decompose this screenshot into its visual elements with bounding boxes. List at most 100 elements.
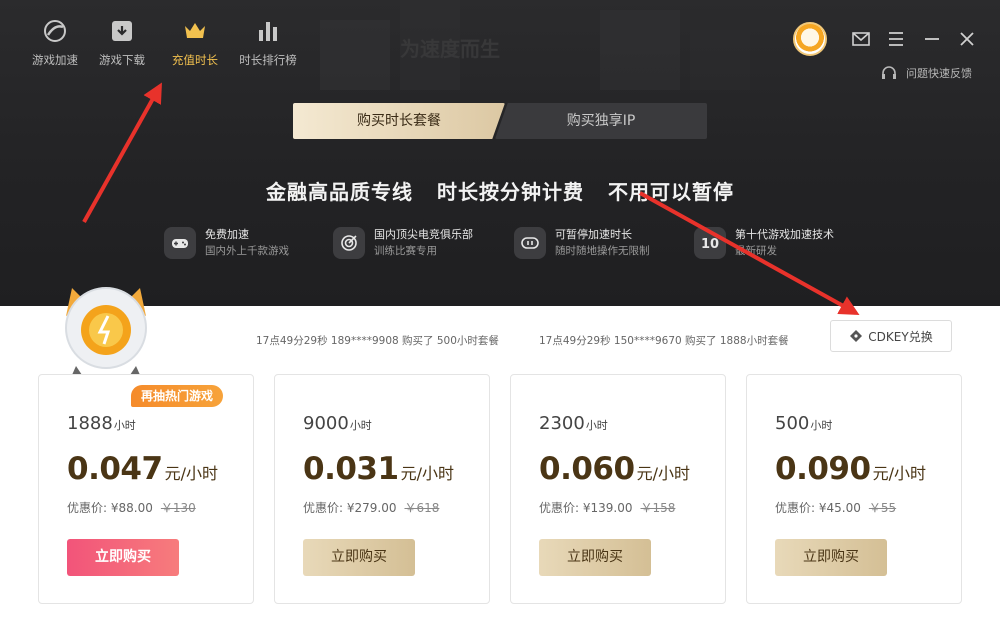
hours-unit: 小时: [349, 419, 372, 432]
bar-chart-icon: [259, 22, 277, 41]
cdkey-redeem-button[interactable]: CDKEY兑换: [830, 320, 952, 352]
slogan-part: 金融高品质专线: [266, 180, 414, 204]
headset-icon: [882, 66, 896, 79]
deal-label: 优惠价:: [775, 501, 819, 515]
package-unit-price: 0.060 元/小时: [539, 451, 690, 487]
background-slogan: 为速度而生: [400, 37, 500, 61]
mail-icon[interactable]: [851, 29, 871, 49]
purchase-ticker: 17点49分29秒 150****9670 购买了 1888小时套餐: [539, 335, 789, 347]
deal-price: ¥139.00: [582, 501, 633, 515]
rocket-icon: [44, 20, 66, 42]
buy-now-button[interactable]: 立即购买: [303, 539, 415, 576]
deal-price-row: 优惠价: ¥279.00 ￥618: [303, 499, 439, 516]
hours-unit: 小时: [585, 419, 608, 432]
hours-value: 1888: [67, 413, 113, 434]
tag-icon: [850, 330, 863, 342]
feature-subtitle: 随时随地操作无限制: [555, 245, 650, 257]
crown-icon: [185, 23, 205, 38]
feature-title: 第十代游戏加速技术: [735, 228, 834, 241]
feature-subtitle: 国内外上千款游戏: [205, 245, 289, 257]
nav-label: 游戏加速: [32, 53, 78, 67]
menu-icon[interactable]: [886, 29, 906, 49]
original-price: ￥55: [868, 501, 897, 515]
package-card-500[interactable]: 500小时 0.090 元/小时 优惠价: ¥45.00 ￥55 立即购买: [746, 374, 962, 604]
nav-time-leaderboard[interactable]: 时长排行榜: [232, 18, 304, 68]
deal-price-row: 优惠价: ¥45.00 ￥55: [775, 499, 896, 516]
package-card-1888[interactable]: 再抽热门游戏 1888小时 0.047 元/小时 优惠价: ¥88.00 ￥130 …: [38, 374, 254, 604]
price-unit: 元/小时: [872, 464, 926, 483]
buy-now-button[interactable]: 立即购买: [775, 539, 887, 576]
feedback-link[interactable]: 问题快速反馈: [880, 64, 972, 82]
gamepad-icon: [172, 239, 188, 248]
purchase-ticker: 17点49分29秒 189****9908 购买了 500小时套餐: [256, 335, 499, 347]
promo-badge: 再抽热门游戏: [131, 385, 224, 407]
nav-label: 游戏下载: [99, 53, 145, 67]
deal-price: ¥88.00: [110, 501, 153, 515]
package-unit-price: 0.090 元/小时: [775, 451, 926, 487]
header-banner: 为速度而生 游戏加速 游戏下载 充值时长 时长排行榜 问题快速反馈 购买时长套餐…: [0, 0, 1000, 306]
nav-label: 充值时长: [172, 53, 218, 67]
hours-unit: 小时: [810, 419, 833, 432]
hours-value: 2300: [539, 413, 585, 434]
svg-text:10: 10: [701, 237, 719, 252]
deal-label: 优惠价:: [67, 501, 111, 515]
feature-title: 可暂停加速时长: [555, 228, 632, 241]
price-unit: 元/小时: [636, 464, 690, 483]
hours-value: 9000: [303, 413, 349, 434]
original-price: ￥158: [640, 501, 676, 515]
package-hours: 2300小时: [539, 413, 608, 434]
feature-esports-club: 国内顶尖电竞俱乐部 训练比赛专用: [333, 226, 473, 260]
package-hours: 1888小时: [67, 413, 136, 434]
feedback-label: 问题快速反馈: [906, 67, 972, 80]
price-unit: 元/小时: [164, 464, 218, 483]
deal-price: ¥279.00: [346, 501, 397, 515]
package-card-2300[interactable]: 2300小时 0.060 元/小时 优惠价: ¥139.00 ￥158 立即购买: [510, 374, 726, 604]
feature-subtitle: 最新研发: [735, 245, 777, 257]
price-value: 0.031: [303, 451, 399, 487]
feature-tech: 10 第十代游戏加速技术 最新研发: [694, 226, 834, 260]
nav-game-acceleration[interactable]: 游戏加速: [19, 18, 91, 68]
background-city-decoration: 为速度而生: [320, 0, 750, 90]
tech-10-icon: 10: [701, 237, 719, 252]
feature-free-acceleration: 免费加速国内外上千款游戏: [164, 226, 289, 260]
pause-icon: [521, 237, 539, 249]
buy-now-button[interactable]: 立即购买: [539, 539, 651, 576]
slogan-part: 时长按分钟计费: [437, 180, 584, 204]
package-hours: 500小时: [775, 413, 832, 434]
feature-title: 免费加速: [205, 228, 249, 241]
price-value: 0.060: [539, 451, 635, 487]
nav-game-download[interactable]: 游戏下载: [86, 18, 158, 68]
feature-pausable: 可暂停加速时长随时随地操作无限制: [514, 226, 650, 260]
cdkey-label: CDKEY兑换: [868, 329, 933, 344]
nav-label: 时长排行榜: [239, 53, 297, 67]
download-icon: [112, 21, 132, 41]
nav-recharge-time[interactable]: 充值时长: [159, 18, 231, 68]
price-unit: 元/小时: [400, 464, 454, 483]
original-price: ￥618: [404, 501, 440, 515]
slogan-part: 不用可以暂停: [607, 180, 734, 204]
hours-unit: 小时: [113, 419, 136, 432]
deal-label: 优惠价:: [539, 501, 583, 515]
deal-price-row: 优惠价: ¥88.00 ￥130: [67, 499, 196, 516]
hours-value: 500: [775, 413, 810, 434]
feature-title: 国内顶尖电竞俱乐部: [374, 228, 473, 241]
minimize-icon[interactable]: [922, 29, 942, 49]
package-unit-price: 0.047 元/小时: [67, 451, 218, 487]
tab-buy-exclusive-ip[interactable]: 购买独享IP: [495, 103, 707, 139]
package-hours: 9000小时: [303, 413, 372, 434]
tab-buy-time-package[interactable]: 购买时长套餐: [293, 103, 505, 139]
package-unit-price: 0.031 元/小时: [303, 451, 454, 487]
feature-subtitle: 训练比赛专用: [374, 245, 437, 257]
deal-label: 优惠价:: [303, 501, 347, 515]
deal-price-row: 优惠价: ¥139.00 ￥158: [539, 499, 675, 516]
buy-now-button[interactable]: 立即购买: [67, 539, 179, 576]
price-value: 0.090: [775, 451, 871, 487]
deal-price: ¥45.00: [818, 501, 861, 515]
close-icon[interactable]: [957, 29, 977, 49]
package-card-9000[interactable]: 9000小时 0.031 元/小时 优惠价: ¥279.00 ￥618 立即购买: [274, 374, 490, 604]
user-avatar[interactable]: [793, 22, 827, 56]
original-price: ￥130: [160, 501, 196, 515]
slogan: 金融高品质专线 时长按分钟计费 不用可以暂停: [0, 176, 1000, 205]
target-icon: [341, 235, 357, 251]
price-value: 0.047: [67, 451, 163, 487]
